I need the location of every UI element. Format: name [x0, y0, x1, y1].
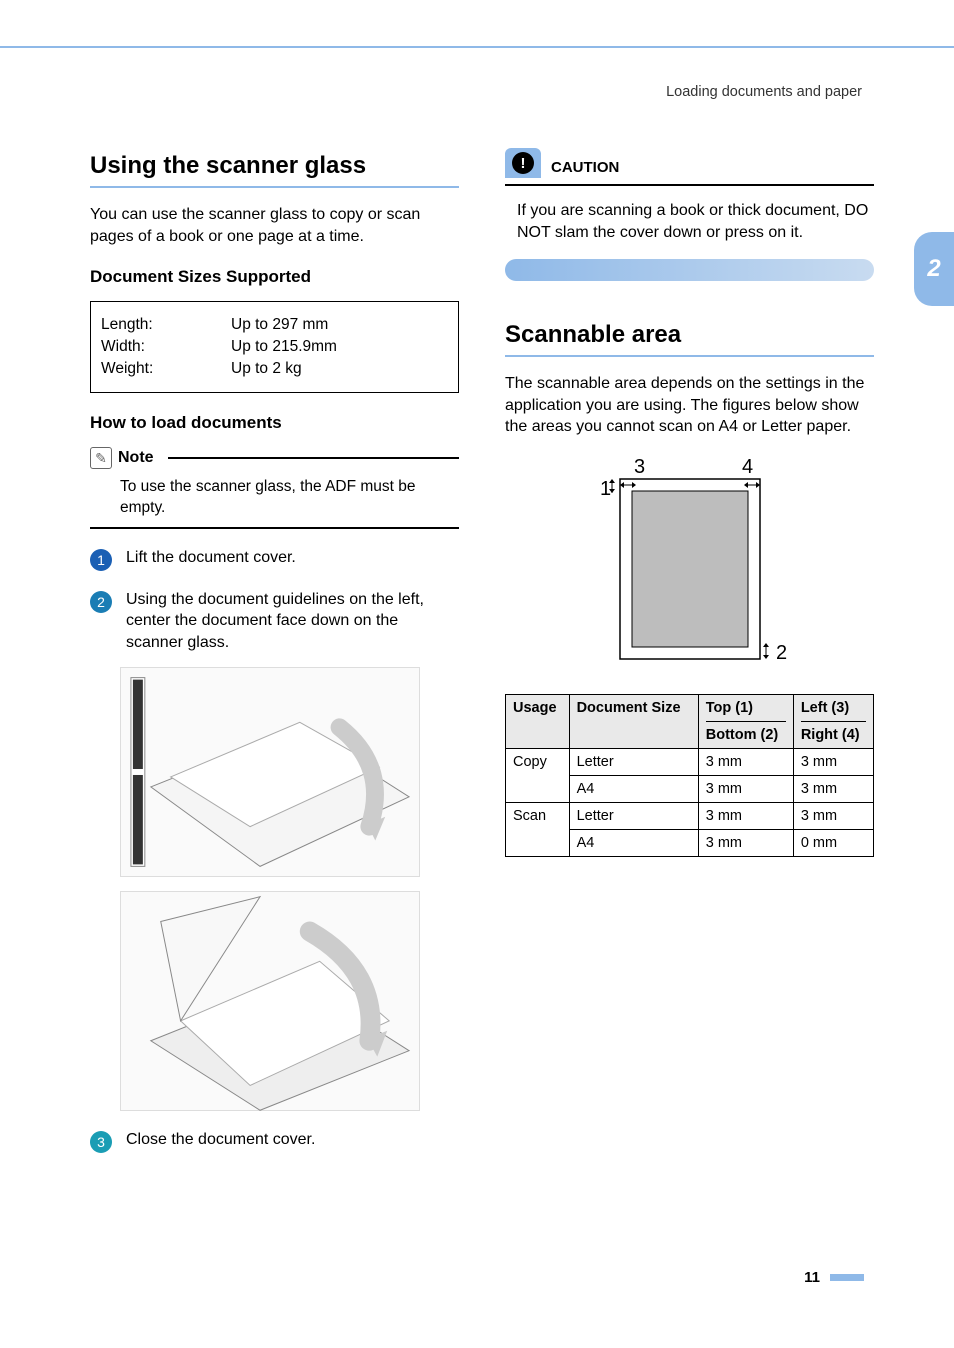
step-3-text: Close the document cover. [126, 1129, 315, 1153]
diagram-label-2: 2 [776, 642, 787, 664]
note-close-rule [90, 527, 459, 529]
scannable-area-table: Usage Document Size Top (1) Bottom (2) L… [505, 694, 874, 857]
cell-size: A4 [569, 775, 698, 802]
label-weight: Weight: [101, 360, 231, 378]
title-underline [90, 186, 459, 188]
section-title-scannable-area: Scannable area [505, 321, 874, 349]
diagram-label-4: 4 [742, 459, 753, 478]
th-docsize: Document Size [569, 694, 698, 748]
step-number-2: 2 [90, 591, 112, 613]
th-topbottom: Top (1) Bottom (2) [698, 694, 793, 748]
value-length: Up to 297 mm [231, 316, 328, 334]
table-row: Copy Letter 3 mm 3 mm [506, 748, 874, 775]
caution-block: ! CAUTION If you are scanning a book or … [505, 152, 874, 281]
scannable-diagram: 1 3 4 2 [505, 454, 874, 674]
figure-scanner-open-top [120, 667, 420, 877]
caution-text: If you are scanning a book or thick docu… [517, 200, 874, 243]
step-1-text: Lift the document cover. [126, 547, 296, 571]
label-width: Width: [101, 338, 231, 356]
cell-usage: Copy [506, 748, 570, 802]
figure-scanner-open-side [120, 891, 420, 1111]
step-1: 1 Lift the document cover. [90, 547, 459, 571]
cell-tb: 3 mm [698, 775, 793, 802]
cell-lr: 3 mm [793, 748, 873, 775]
note-block: ✎ Note To use the scanner glass, the ADF… [90, 447, 459, 528]
caution-title: CAUTION [551, 159, 619, 176]
page-header-label: Loading documents and paper [0, 48, 954, 112]
heading-document-sizes: Document Sizes Supported [90, 267, 459, 287]
scannable-intro: The scannable area depends on the settin… [505, 373, 874, 438]
note-rule [168, 457, 459, 459]
chapter-tab: 2 [914, 232, 954, 306]
cell-lr: 0 mm [793, 829, 873, 856]
cell-size: Letter [569, 802, 698, 829]
heading-how-to-load: How to load documents [90, 413, 459, 433]
note-text: To use the scanner glass, the ADF must b… [120, 477, 459, 519]
value-width: Up to 215.9mm [231, 338, 337, 356]
note-title: Note [118, 449, 154, 467]
th-leftright: Left (3) Right (4) [793, 694, 873, 748]
caution-tab: ! [505, 148, 541, 178]
title-underline-2 [505, 355, 874, 357]
diagram-label-3: 3 [634, 459, 645, 478]
step-number-1: 1 [90, 549, 112, 571]
cell-tb: 3 mm [698, 802, 793, 829]
section-title-scanner-glass: Using the scanner glass [90, 152, 459, 180]
label-length: Length: [101, 316, 231, 334]
caution-icon: ! [512, 152, 534, 174]
caution-footer-bar [505, 259, 874, 281]
intro-text: You can use the scanner glass to copy or… [90, 204, 459, 247]
cell-usage: Scan [506, 802, 570, 856]
cell-lr: 3 mm [793, 775, 873, 802]
right-column: ! CAUTION If you are scanning a book or … [505, 112, 874, 1161]
cell-size: Letter [569, 748, 698, 775]
top-bar [0, 0, 954, 48]
step-number-3: 3 [90, 1131, 112, 1153]
cell-tb: 3 mm [698, 748, 793, 775]
cell-tb: 3 mm [698, 829, 793, 856]
step-2-text: Using the document guidelines on the lef… [126, 589, 459, 654]
value-weight: Up to 2 kg [231, 360, 302, 378]
step-3: 3 Close the document cover. [90, 1129, 459, 1153]
table-row: Scan Letter 3 mm 3 mm [506, 802, 874, 829]
cell-size: A4 [569, 829, 698, 856]
page-number: 11 [804, 1269, 864, 1286]
cell-lr: 3 mm [793, 802, 873, 829]
page-number-bar [830, 1274, 864, 1281]
note-icon: ✎ [90, 447, 112, 469]
th-usage: Usage [506, 694, 570, 748]
step-2: 2 Using the document guidelines on the l… [90, 589, 459, 654]
document-sizes-table: Length: Up to 297 mm Width: Up to 215.9m… [90, 301, 459, 393]
left-column: Using the scanner glass You can use the … [90, 112, 459, 1161]
